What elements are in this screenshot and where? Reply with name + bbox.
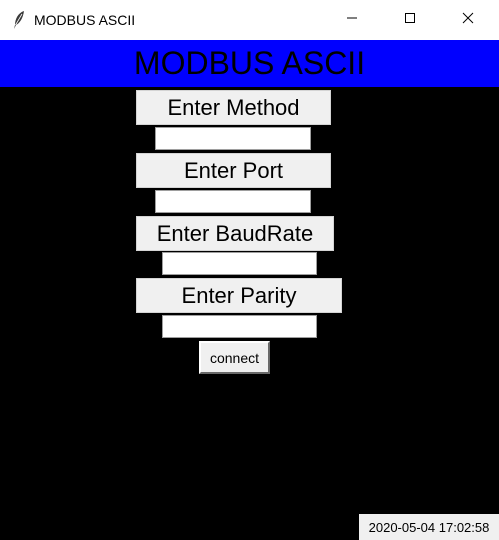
port-input[interactable] — [155, 190, 311, 213]
app-banner: MODBUS ASCII — [0, 40, 499, 87]
close-button[interactable] — [438, 0, 498, 40]
datetime-display: 2020-05-04 17:02:58 — [359, 514, 499, 540]
connect-button[interactable]: connect — [199, 341, 270, 374]
parity-label: Enter Parity — [136, 278, 342, 313]
close-icon — [462, 11, 474, 29]
parity-input[interactable] — [162, 315, 317, 338]
port-label: Enter Port — [136, 153, 331, 188]
window-title: MODBUS ASCII — [34, 12, 136, 28]
baudrate-input[interactable] — [162, 252, 317, 275]
minimize-button[interactable] — [322, 0, 382, 40]
maximize-button[interactable] — [380, 0, 440, 40]
baudrate-label: Enter BaudRate — [136, 216, 334, 251]
minimize-icon — [346, 11, 358, 29]
method-label: Enter Method — [136, 90, 331, 125]
method-input[interactable] — [155, 127, 311, 150]
feather-icon — [12, 10, 26, 30]
maximize-icon — [404, 11, 416, 29]
title-bar: MODBUS ASCII — [0, 0, 499, 40]
